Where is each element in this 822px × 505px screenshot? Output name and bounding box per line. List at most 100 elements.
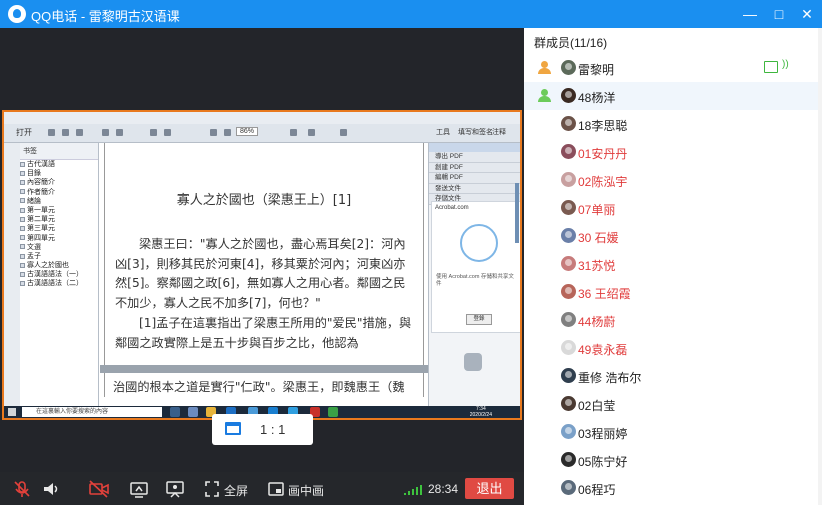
member-row[interactable]: 02陈泓宇: [524, 166, 822, 194]
members-panel: 群成员(11/16) 雷黎明)) 48杨洋 18李思聪 01安丹丹 02陈泓宇 07单丽 3…: [524, 28, 822, 505]
avatar: [561, 424, 576, 439]
shared-toolbar-icon: [76, 129, 83, 136]
document-next-page: 治國的根本之道是實行"仁政"。梁惠王，即魏惠王（魏: [104, 373, 424, 397]
document-next-line: 治國的根本之道是實行"仁政"。梁惠王，即魏惠王（魏: [113, 380, 405, 394]
minimize-button[interactable]: —: [741, 5, 759, 23]
member-row[interactable]: 48杨洋: [524, 82, 822, 110]
bookmark-item: 第一單元: [20, 206, 98, 215]
member-name: 06程巧: [578, 483, 616, 497]
fullscreen-button[interactable]: [204, 479, 220, 499]
call-controls-bar: 全屏 画中画 28:34 退出: [0, 472, 524, 505]
member-row[interactable]: 02白莹: [524, 390, 822, 418]
mic-muted-icon: [14, 481, 30, 497]
shared-toolbar: 打开 86% 工具 填写和签名 注释: [4, 124, 520, 143]
member-row[interactable]: 31苏悦: [524, 250, 822, 278]
avatar: [561, 480, 576, 495]
member-name: 02陈泓宇: [578, 175, 628, 189]
acrobat-card-text: 使用 Acrobat.com 存儲和共享文件: [436, 274, 514, 287]
shared-toolbar-icon: [308, 129, 315, 136]
member-name: 03程丽婷: [578, 427, 628, 441]
signal-strength-icon: [404, 485, 422, 495]
shared-toolbar-icon: [340, 129, 347, 136]
presentation-button[interactable]: [165, 479, 185, 499]
taskview-icon: [170, 407, 180, 417]
camera-off-button[interactable]: [88, 479, 110, 499]
member-row[interactable]: 44杨蔚: [524, 306, 822, 334]
presentation-icon: [166, 481, 184, 498]
member-name: 31苏悦: [578, 259, 616, 273]
avatar: [561, 312, 576, 327]
member-row[interactable]: 雷黎明)): [524, 54, 822, 82]
close-button[interactable]: ✕: [798, 5, 816, 23]
avatar: [561, 256, 576, 271]
maximize-button[interactable]: □: [770, 5, 788, 23]
member-row[interactable]: 18李思聪: [524, 110, 822, 138]
member-row[interactable]: 03程丽婷: [524, 418, 822, 446]
right-panel-item: 導出 PDF: [429, 152, 520, 163]
member-row[interactable]: 30 石媛: [524, 222, 822, 250]
member-name: 01安丹丹: [578, 147, 628, 161]
picture-in-picture-icon: [268, 482, 284, 496]
pip-label[interactable]: 画中画: [288, 482, 324, 499]
qq-logo-icon: [8, 5, 26, 23]
member-row[interactable]: 01安丹丹: [524, 138, 822, 166]
members-title: 群成员(11/16): [534, 36, 608, 50]
members-scrollbar[interactable]: [818, 28, 822, 505]
member-name: 02白莹: [578, 399, 616, 413]
shared-zoom-value: 86%: [236, 127, 259, 136]
bookmark-item: 第二單元: [20, 215, 98, 224]
shared-right-panel: 導出 PDF 創建 PDF 編輯 PDF 發送文件 存儲文件 Acrobat.c…: [428, 143, 520, 406]
mic-muted-button[interactable]: [12, 479, 32, 499]
bookmark-item: 古漢語語法（一）: [20, 270, 98, 279]
shared-left-nav: [4, 143, 21, 406]
member-name: 重修 浩布尔: [578, 371, 642, 385]
document-paragraph: 梁惠王曰："寡人之於國也，盡心焉耳矣[2]：河內凶[3]，則移其民於河東[4]，…: [115, 237, 406, 310]
member-name: 30 石媛: [578, 231, 619, 245]
member-row[interactable]: 36 王绍霞: [524, 278, 822, 306]
document-title: 寡人之於國也（梁惠王上）[1]: [176, 193, 352, 208]
exit-call-button[interactable]: 退出: [465, 478, 514, 499]
page-gap: [100, 365, 428, 373]
bookmark-item: 作者簡介: [20, 188, 98, 197]
avatar: [561, 88, 576, 103]
member-row[interactable]: 07单丽: [524, 194, 822, 222]
shared-toolbar-icon: [116, 129, 123, 136]
avatar: [561, 228, 576, 243]
taskbar-app-icon: [328, 407, 338, 417]
screen-share-button[interactable]: [129, 479, 149, 499]
avatar: [561, 60, 576, 75]
avatar: [561, 172, 576, 187]
member-row[interactable]: 重修 浩布尔: [524, 362, 822, 390]
member-name: 05陈宁好: [578, 455, 628, 469]
acrobat-login-button: 登錄: [466, 314, 492, 325]
right-panel-item: 創建 PDF: [429, 162, 520, 173]
member-row[interactable]: 06程巧: [524, 474, 822, 502]
speaker-icon: [44, 483, 58, 495]
member-name: 48杨洋: [578, 91, 616, 105]
shared-comment-label: 注释: [492, 129, 506, 136]
shared-bookmarks-panel: 书签 古代漢語 目錄 內容簡介 作者簡介 緒論 第一單元 第二單元 第三單元 第…: [20, 143, 99, 406]
fullscreen-label[interactable]: 全屏: [224, 482, 248, 499]
pip-button[interactable]: [268, 479, 284, 499]
shared-toolbar-icon: [224, 129, 231, 136]
member-name: 18李思聪: [578, 119, 628, 133]
avatar: [561, 200, 576, 215]
document-page: 寡人之於國也（梁惠王上）[1] 梁惠王曰："寡人之於國也，盡心焉耳矣[2]：河內…: [104, 143, 424, 365]
shared-screen[interactable]: 打开 86% 工具 填写和签名 注释 书签 古代漢語 目錄 內容簡介 作者簡介 …: [2, 110, 522, 420]
right-panel-item: 編輯 PDF: [429, 173, 520, 184]
member-row[interactable]: 05陈宁好: [524, 446, 822, 474]
avatar: [561, 396, 576, 411]
camera-off-icon: [89, 480, 109, 498]
shared-fill-sign-label: 填写和签名: [458, 129, 493, 136]
acrobat-card: Acrobat.com 使用 Acrobat.com 存儲和共享文件 登錄: [431, 201, 520, 333]
member-row[interactable]: 49袁永磊: [524, 334, 822, 362]
right-panel-item: 發送文件: [429, 183, 520, 194]
view-ratio-button[interactable]: 1 : 1: [212, 414, 313, 445]
shared-toolbar-icon: [150, 129, 157, 136]
bookmark-item: 目錄: [20, 169, 98, 178]
document-paragraph: [1]孟子在這裏指出了梁惠王所用的"爱民"措施，與鄰國之政實際上是五十步與百步之…: [115, 316, 412, 350]
member-name: 07单丽: [578, 203, 616, 217]
bookmark-item: 古代漢語: [20, 160, 98, 169]
window-ratio-icon: [225, 422, 241, 435]
speaker-button[interactable]: [41, 479, 61, 499]
